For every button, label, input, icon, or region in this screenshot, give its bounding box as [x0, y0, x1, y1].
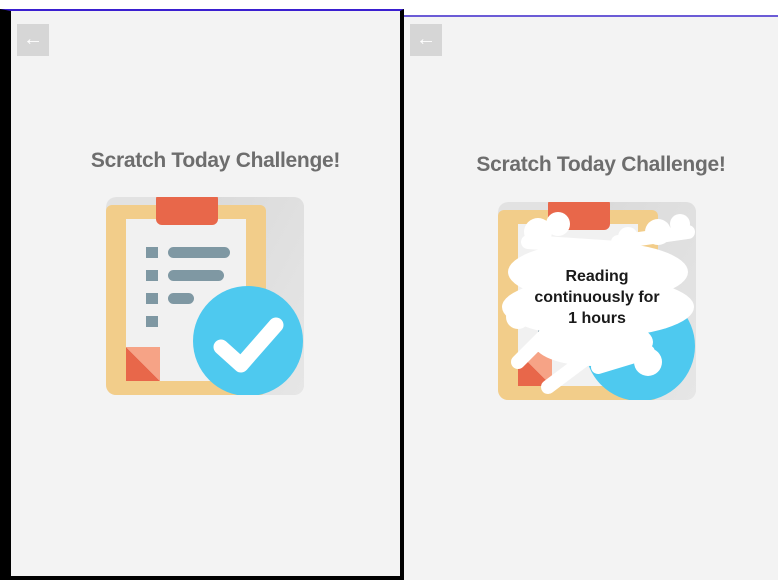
- screen-after-scratch: ← Scratch Today Challenge! Reading conti…: [404, 15, 778, 580]
- clipboard-check-icon: [106, 197, 304, 395]
- screen-before-scratch: ← Scratch Today Challenge!: [0, 9, 404, 580]
- scratch-card-revealed[interactable]: Reading continuously for 1 hours: [498, 202, 696, 400]
- scratch-card[interactable]: [106, 197, 304, 395]
- arrow-left-icon: ←: [23, 28, 43, 50]
- revealed-line: Reading: [565, 268, 629, 285]
- revealed-line: continuously for: [534, 289, 660, 306]
- page-title: Scratch Today Challenge!: [90, 149, 341, 172]
- page-title: Scratch Today Challenge!: [476, 153, 726, 176]
- back-button[interactable]: ←: [17, 24, 49, 56]
- arrow-left-icon: ←: [416, 28, 436, 50]
- revealed-challenge-text: Reading continuously for 1 hours: [498, 266, 696, 329]
- back-button[interactable]: ←: [410, 24, 442, 56]
- screenshot-stage: ← Scratch Today Challenge! ← Scratch Tod…: [0, 0, 778, 580]
- revealed-line: 1 hours: [568, 310, 626, 327]
